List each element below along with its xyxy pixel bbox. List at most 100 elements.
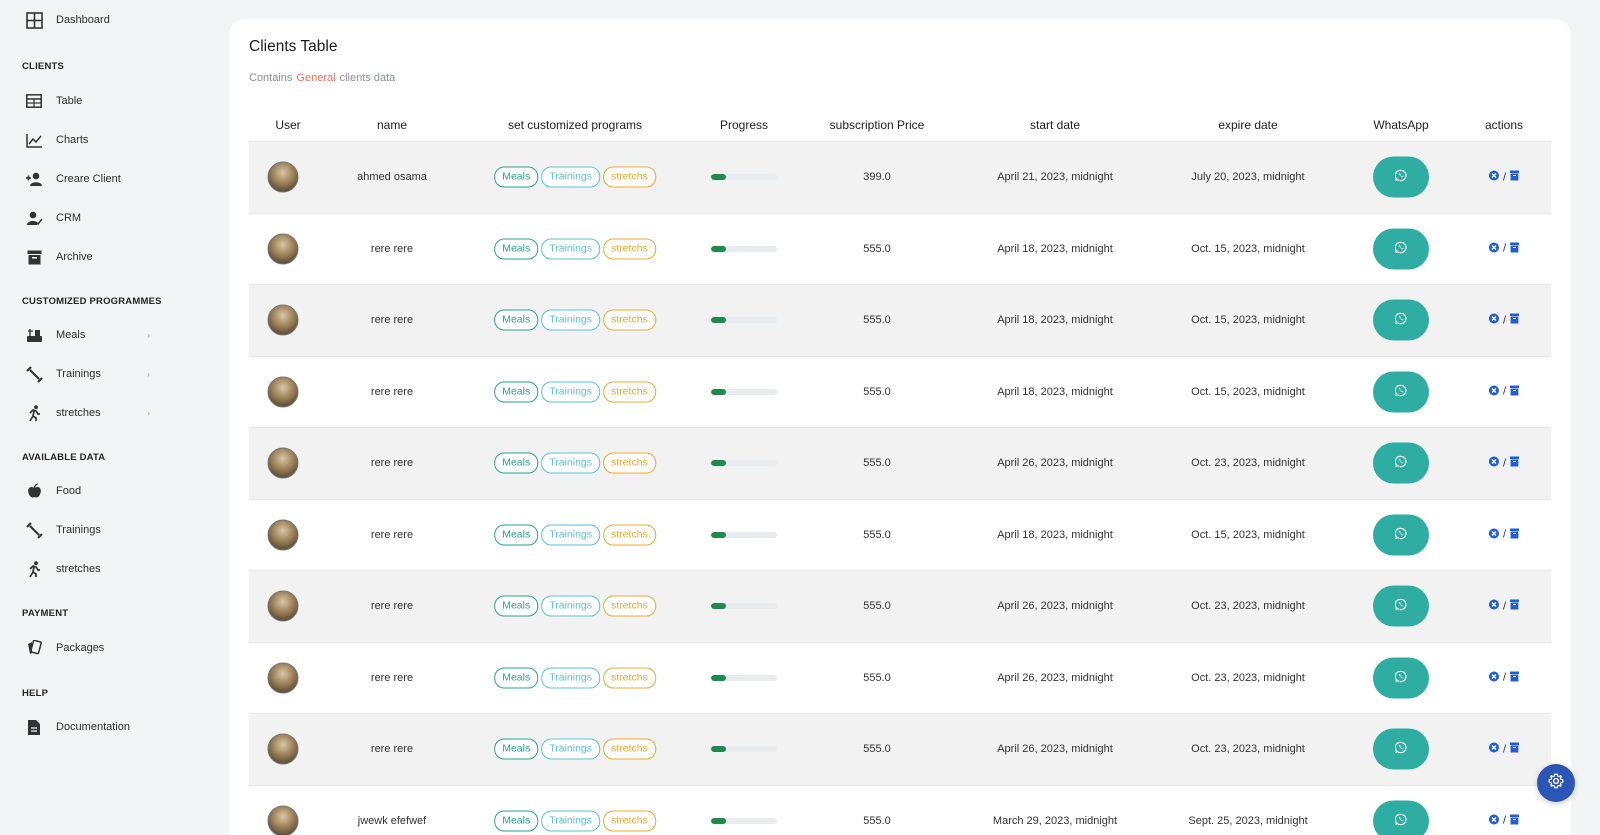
page-title: Clients Table bbox=[249, 38, 338, 55]
stretches-tag[interactable]: stretchs bbox=[603, 810, 656, 832]
sidebar-item-label: Table bbox=[56, 95, 83, 107]
whatsapp-button[interactable] bbox=[1373, 657, 1429, 699]
delete-icon[interactable] bbox=[1488, 456, 1499, 470]
actions-cell: / bbox=[1488, 313, 1520, 327]
expire-date: Oct. 23, 2023, midnight bbox=[1191, 743, 1305, 756]
sidebar-item-food[interactable]: Food bbox=[22, 476, 162, 506]
subscription-price: 555.0 bbox=[863, 385, 891, 398]
whatsapp-button[interactable] bbox=[1373, 299, 1429, 341]
actions-separator: / bbox=[1502, 600, 1507, 613]
meals-tag[interactable]: Meals bbox=[494, 309, 539, 331]
meals-tag[interactable]: Meals bbox=[494, 381, 539, 403]
whatsapp-button[interactable] bbox=[1373, 228, 1429, 270]
actions-separator: / bbox=[1502, 385, 1507, 398]
column-header-progress: Progress bbox=[719, 118, 769, 132]
grid-icon bbox=[22, 8, 46, 32]
meals-tag[interactable]: Meals bbox=[494, 166, 539, 188]
whatsapp-button[interactable] bbox=[1373, 585, 1429, 627]
trainings-tag[interactable]: Trainings bbox=[541, 595, 601, 617]
sidebar-item-meals[interactable]: Meals › bbox=[22, 320, 162, 350]
start-date: April 21, 2023, midnight bbox=[997, 171, 1113, 184]
delete-icon[interactable] bbox=[1488, 599, 1499, 613]
meals-tag[interactable]: Meals bbox=[494, 238, 539, 260]
archive-icon[interactable] bbox=[1510, 242, 1520, 255]
whatsapp-icon bbox=[1394, 527, 1407, 542]
meals-tag[interactable]: Meals bbox=[494, 595, 539, 617]
trainings-tag[interactable]: Trainings bbox=[541, 381, 601, 403]
avatar bbox=[267, 733, 299, 765]
client-name: rere rere bbox=[370, 457, 414, 470]
sidebar-item-archive[interactable]: Archive bbox=[22, 242, 162, 272]
subtitle-text: clients data bbox=[339, 72, 396, 84]
stretches-tag[interactable]: stretchs bbox=[603, 452, 656, 474]
trainings-tag[interactable]: Trainings bbox=[541, 309, 601, 331]
sidebar-item-create-client[interactable]: Creare Client bbox=[22, 164, 162, 194]
archive-icon[interactable] bbox=[1510, 742, 1520, 756]
archive-icon[interactable] bbox=[1510, 313, 1520, 327]
sidebar-item-label: Trainings bbox=[56, 524, 101, 536]
archive-icon[interactable] bbox=[1510, 170, 1520, 184]
delete-icon[interactable] bbox=[1488, 313, 1499, 327]
archive-icon[interactable] bbox=[1510, 385, 1520, 398]
meals-tag[interactable]: Meals bbox=[494, 524, 539, 546]
delete-icon[interactable] bbox=[1488, 742, 1499, 756]
user-cell bbox=[267, 376, 299, 408]
delete-icon[interactable] bbox=[1488, 242, 1499, 255]
table-row: rere rere Meals Trainings stretchs 555.0… bbox=[249, 355, 1551, 428]
sidebar-item-stretches[interactable]: stretches › bbox=[22, 398, 162, 428]
sidebar-item-table[interactable]: Table bbox=[22, 86, 162, 116]
meals-tag[interactable]: Meals bbox=[494, 452, 539, 474]
stretches-tag[interactable]: stretchs bbox=[603, 309, 656, 331]
delete-icon[interactable] bbox=[1488, 528, 1499, 541]
sidebar-item-trainings[interactable]: Trainings › bbox=[22, 359, 162, 389]
sidebar-item-dashboard[interactable]: Dashboard bbox=[22, 5, 162, 35]
stretches-tag[interactable]: stretchs bbox=[603, 524, 656, 546]
trainings-tag[interactable]: Trainings bbox=[541, 166, 601, 188]
subscription-price: 555.0 bbox=[863, 743, 891, 756]
whatsapp-button[interactable] bbox=[1373, 442, 1429, 484]
actions-separator: / bbox=[1502, 743, 1507, 756]
sidebar-item-crm[interactable]: CRM bbox=[22, 203, 162, 233]
archive-icon[interactable] bbox=[1510, 599, 1520, 613]
sidebar-item-documentation[interactable]: Documentation bbox=[22, 712, 162, 742]
whatsapp-button[interactable] bbox=[1373, 156, 1429, 198]
start-date: March 29, 2023, midnight bbox=[992, 814, 1118, 827]
trainings-tag[interactable]: Trainings bbox=[541, 238, 601, 260]
subscription-price: 555.0 bbox=[863, 242, 891, 255]
settings-button[interactable] bbox=[1537, 764, 1575, 802]
trainings-tag[interactable]: Trainings bbox=[541, 524, 601, 546]
sidebar-item-trainings-data[interactable]: Trainings bbox=[22, 515, 162, 545]
sidebar-item-charts[interactable]: Charts bbox=[22, 125, 162, 155]
archive-icon[interactable] bbox=[1510, 456, 1520, 470]
delete-icon[interactable] bbox=[1488, 170, 1499, 184]
sidebar-item-label: Charts bbox=[56, 134, 89, 146]
stretches-tag[interactable]: stretchs bbox=[603, 381, 656, 403]
archive-icon[interactable] bbox=[1510, 814, 1520, 827]
stretches-tag[interactable]: stretchs bbox=[603, 166, 656, 188]
sidebar-item-packages[interactable]: Packages bbox=[22, 633, 162, 663]
stretches-tag[interactable]: stretchs bbox=[603, 738, 656, 760]
delete-icon[interactable] bbox=[1488, 385, 1499, 398]
table-row: rere rere Meals Trainings stretchs 555.0… bbox=[249, 212, 1551, 285]
whatsapp-button[interactable] bbox=[1373, 728, 1429, 770]
user-cell bbox=[267, 733, 299, 765]
actions-separator: / bbox=[1502, 457, 1507, 470]
archive-icon[interactable] bbox=[1510, 528, 1520, 541]
whatsapp-button[interactable] bbox=[1373, 371, 1429, 413]
sidebar-item-stretches-data[interactable]: stretches bbox=[22, 554, 162, 584]
meals-tag[interactable]: Meals bbox=[494, 738, 539, 760]
archive-icon[interactable] bbox=[1510, 671, 1520, 684]
meals-tag[interactable]: Meals bbox=[494, 810, 539, 832]
trainings-tag[interactable]: Trainings bbox=[541, 452, 601, 474]
whatsapp-button[interactable] bbox=[1373, 514, 1429, 556]
trainings-tag[interactable]: Trainings bbox=[541, 738, 601, 760]
delete-icon[interactable] bbox=[1488, 671, 1499, 684]
trainings-tag[interactable]: Trainings bbox=[541, 667, 601, 689]
delete-icon[interactable] bbox=[1488, 814, 1499, 827]
meals-tag[interactable]: Meals bbox=[494, 667, 539, 689]
stretches-tag[interactable]: stretchs bbox=[603, 595, 656, 617]
stretches-tag[interactable]: stretchs bbox=[603, 667, 656, 689]
stretches-tag[interactable]: stretchs bbox=[603, 238, 656, 260]
whatsapp-button[interactable] bbox=[1373, 800, 1429, 835]
trainings-tag[interactable]: Trainings bbox=[541, 810, 601, 832]
